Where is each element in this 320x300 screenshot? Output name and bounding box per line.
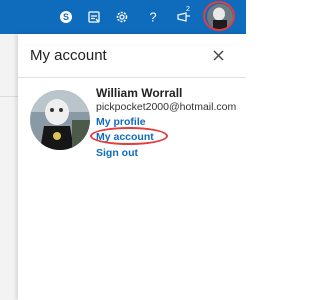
skype-button[interactable]: S [54,5,78,29]
skype-icon: S [60,11,72,23]
close-icon [213,50,223,60]
user-name: William Worrall [96,86,183,100]
user-email: pickpocket2000@hotmail.com [96,101,237,113]
feedback-icon [177,12,190,22]
feedback-button[interactable]: 2 [173,5,197,29]
panel-divider [18,77,246,78]
my-profile-link[interactable]: My profile [96,116,146,128]
svg-text:S: S [63,12,69,22]
outlook-page: S ? 2 My account William Worrall pickpoc… [0,0,246,300]
panel-title: My account [30,47,107,64]
avatar [207,4,233,30]
svg-text:?: ? [149,10,156,24]
account-panel: My account William Worrall pickpocket200… [18,34,246,300]
help-icon: ? [149,10,156,24]
my-account-link[interactable]: My account [96,131,154,143]
settings-icon [116,11,128,23]
top-header-bar: S ? 2 [0,0,246,34]
profile-photo-image [30,90,90,150]
sign-out-link[interactable]: Sign out [96,147,138,159]
close-button[interactable] [211,48,225,62]
settings-button[interactable] [110,5,134,29]
help-button[interactable]: ? [141,5,165,29]
background-divider [0,96,18,97]
account-avatar-button[interactable] [207,4,233,30]
profile-picture[interactable] [30,90,90,150]
whats-new-icon [88,11,100,23]
whats-new-button[interactable] [82,5,106,29]
background-page-strip [0,34,18,300]
notification-count: 2 [186,6,190,13]
